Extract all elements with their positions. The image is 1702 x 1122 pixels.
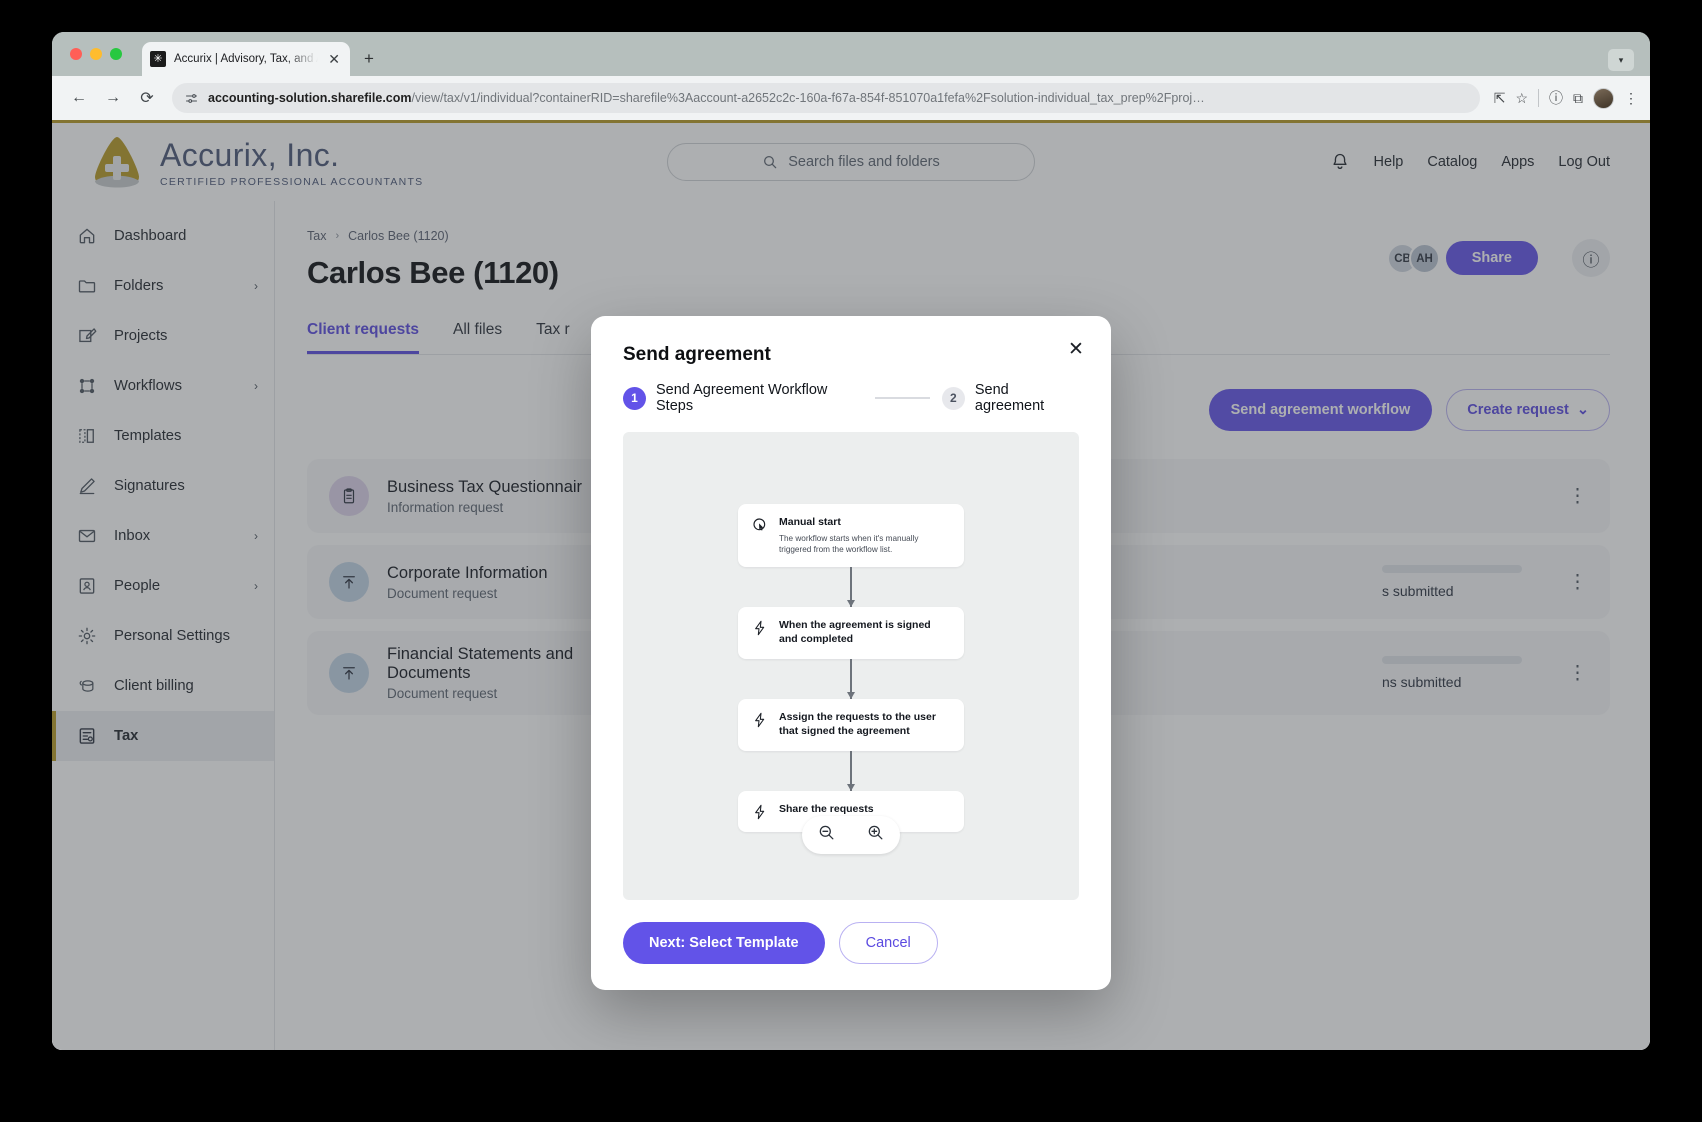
next-select-template-button[interactable]: Next: Select Template (623, 922, 825, 964)
browser-tab-strip: ✳ Accurix | Advisory, Tax, and A ✕ + ▾ (52, 32, 1650, 76)
page-viewport: Accurix, Inc. CERTIFIED PROFESSIONAL ACC… (52, 120, 1650, 1050)
url-path: /view/tax/v1/individual?containerRID=sha… (411, 91, 1205, 105)
url-text: accounting-solution.sharefile.com/view/t… (208, 91, 1205, 105)
zoom-out-icon[interactable] (810, 823, 844, 847)
wizard-step-1[interactable]: 1 Send Agreement Workflow Steps (623, 382, 863, 414)
flow-arrow (850, 659, 852, 700)
toolbar-divider (1538, 89, 1539, 107)
step-number: 1 (623, 386, 646, 410)
bolt-icon (752, 620, 768, 636)
flow-arrow (850, 750, 852, 791)
site-favicon-icon: ✳ (150, 51, 166, 67)
workflow-canvas[interactable]: Manual start The workflow starts when it… (623, 432, 1079, 900)
node-text: Share the requests (779, 803, 874, 817)
modal-title: Send agreement (623, 344, 771, 365)
node-title: Manual start (779, 516, 841, 528)
browser-menu-icon[interactable]: ⋮ (1624, 90, 1638, 107)
step-label: Send Agreement Workflow Steps (656, 382, 828, 414)
node-title: Share the requests (779, 802, 874, 815)
back-button[interactable]: ← (64, 83, 94, 113)
reload-button[interactable]: ⟳ (132, 83, 162, 113)
node-text: Assign the requests to the user that sig… (779, 711, 950, 739)
zoom-in-icon[interactable] (859, 823, 893, 847)
install-app-icon[interactable]: ⇱ (1494, 90, 1506, 107)
node-text: Manual start The workflow starts when it… (779, 516, 950, 555)
bolt-icon (752, 712, 768, 728)
minimize-window-button[interactable] (90, 48, 102, 60)
send-agreement-modal: ✕ Send agreement 1 Send Agreement Workfl… (591, 316, 1111, 990)
forward-button[interactable]: → (98, 83, 128, 113)
new-tab-button[interactable]: + (364, 49, 374, 69)
workflow-flow: Manual start The workflow starts when it… (738, 504, 964, 832)
node-description: The workflow starts when it's manually t… (779, 533, 919, 555)
page-info-icon[interactable]: ⓘ (1549, 88, 1563, 108)
manual-start-icon (752, 517, 768, 533)
workflow-node-assign-requests[interactable]: Assign the requests to the user that sig… (738, 699, 964, 751)
address-bar[interactable]: accounting-solution.sharefile.com/view/t… (172, 83, 1480, 113)
url-host: accounting-solution.sharefile.com (208, 91, 412, 105)
stepper-connector (875, 397, 930, 399)
bookmark-star-icon[interactable]: ☆ (1515, 90, 1528, 107)
close-tab-icon[interactable]: ✕ (326, 51, 342, 68)
wizard-step-2[interactable]: 2 Send agreement (941, 382, 1079, 414)
flow-arrow (850, 567, 852, 608)
node-title: Assign the requests to the user that sig… (779, 711, 936, 738)
browser-toolbar: ← → ⟳ accounting-solution.sharefile.com/… (52, 76, 1650, 120)
canvas-zoom-controls (802, 816, 900, 854)
cancel-button[interactable]: Cancel (838, 922, 938, 964)
screenshot-root: ✳ Accurix | Advisory, Tax, and A ✕ + ▾ ←… (0, 0, 1702, 1122)
bolt-icon (752, 804, 768, 820)
close-window-button[interactable] (70, 48, 82, 60)
workflow-node-manual-start[interactable]: Manual start The workflow starts when it… (738, 504, 964, 568)
browser-tab[interactable]: ✳ Accurix | Advisory, Tax, and A ✕ (142, 42, 350, 76)
omnibox-actions: ⇱ ☆ ⓘ ⧉ ⋮ (1484, 87, 1638, 109)
tab-list-chevron-icon[interactable]: ▾ (1608, 49, 1634, 71)
node-text: When the agreement is signed and complet… (779, 619, 950, 647)
node-title: When the agreement is signed and complet… (779, 619, 931, 646)
step-number: 2 (941, 386, 965, 410)
site-settings-icon[interactable] (184, 91, 199, 106)
close-icon[interactable]: ✕ (1063, 336, 1089, 362)
maximize-window-button[interactable] (110, 48, 122, 60)
browser-window: ✳ Accurix | Advisory, Tax, and A ✕ + ▾ ←… (52, 32, 1650, 1050)
tab-title: Accurix | Advisory, Tax, and A (174, 53, 319, 65)
step-label: Send agreement (974, 382, 1045, 414)
wizard-stepper: 1 Send Agreement Workflow Steps 2 Send a… (623, 382, 1079, 414)
profile-avatar[interactable] (1593, 87, 1614, 109)
modal-footer: Next: Select Template Cancel (623, 922, 1079, 964)
workflow-node-agreement-signed[interactable]: When the agreement is signed and complet… (738, 607, 964, 660)
extensions-icon[interactable]: ⧉ (1573, 90, 1583, 107)
window-controls[interactable] (70, 48, 122, 60)
